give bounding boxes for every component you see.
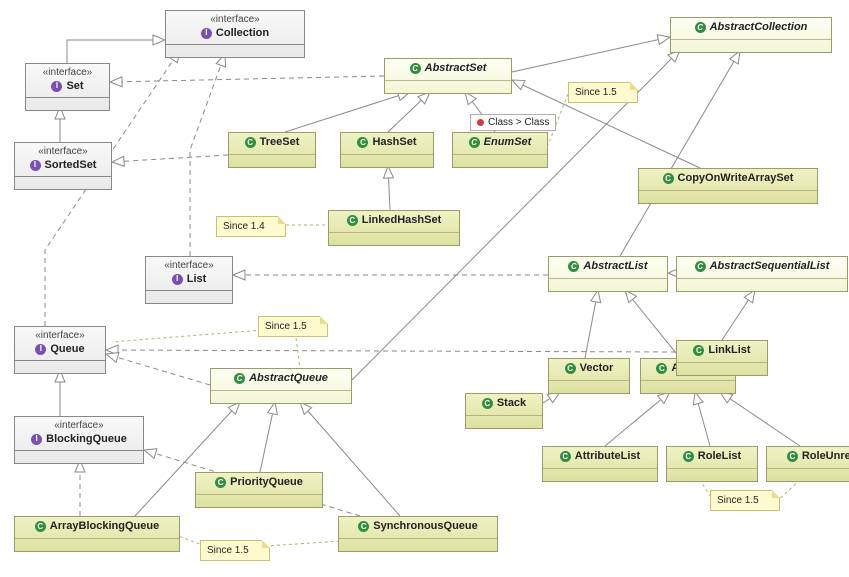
node-arrayblockingqueue[interactable]: CArrayBlockingQueue	[14, 516, 180, 552]
node-hashset[interactable]: CHashSet	[340, 132, 434, 168]
class-icon: C	[656, 363, 667, 374]
node-abstractset[interactable]: CAbstractSet	[384, 58, 512, 94]
uml-canvas: «interface» I Collection «interface» ISet…	[0, 0, 849, 577]
node-queue[interactable]: «interface» IQueue	[14, 326, 106, 374]
class-icon: C	[215, 477, 226, 488]
interface-icon: I	[172, 274, 183, 285]
class-icon: C	[560, 451, 571, 462]
note-since15-queue[interactable]: Since 1.5	[258, 316, 328, 337]
node-rolelist[interactable]: CRoleList	[666, 446, 758, 482]
interface-icon: I	[51, 81, 62, 92]
node-abstractqueue[interactable]: CAbstractQueue	[210, 368, 352, 404]
node-abstractlist[interactable]: CAbstractList	[548, 256, 668, 292]
node-enumset[interactable]: CEnumSet	[452, 132, 548, 168]
note-since15-enumset[interactable]: Since 1.5	[568, 82, 638, 103]
class-icon: C	[245, 137, 256, 148]
class-icon: C	[358, 521, 369, 532]
node-title: Collection	[216, 27, 269, 41]
interface-icon: I	[31, 434, 42, 445]
class-icon: C	[234, 373, 245, 384]
constraint-error-icon	[477, 119, 484, 126]
interface-icon: I	[30, 160, 41, 171]
class-icon: C	[35, 521, 46, 532]
note-since15-blockingqueues[interactable]: Since 1.5	[200, 540, 270, 561]
node-list[interactable]: «interface» IList	[145, 256, 233, 304]
node-collection[interactable]: «interface» I Collection	[165, 10, 305, 58]
class-icon: C	[410, 63, 421, 74]
node-abstractcollection[interactable]: CAbstractCollection	[670, 17, 832, 53]
node-stack[interactable]: CStack	[465, 393, 543, 429]
node-attributelist[interactable]: CAttributeList	[542, 446, 658, 482]
node-set[interactable]: «interface» ISet	[25, 63, 110, 111]
node-sortedset[interactable]: «interface» ISortedSet	[14, 142, 112, 190]
class-icon: C	[565, 363, 576, 374]
node-vector[interactable]: CVector	[548, 358, 630, 394]
class-icon: C	[568, 261, 579, 272]
class-icon: C	[787, 451, 798, 462]
constraint-text: Class > Class	[488, 117, 549, 128]
class-icon: C	[357, 137, 368, 148]
note-since15-rolelists[interactable]: Since 1.5	[710, 490, 780, 511]
node-synchronousqueue[interactable]: CSynchronousQueue	[338, 516, 498, 552]
class-icon: C	[347, 215, 358, 226]
class-icon: C	[683, 451, 694, 462]
interface-icon: I	[35, 344, 46, 355]
constraint-popup[interactable]: Class > Class	[470, 114, 556, 131]
node-abstractseqlist[interactable]: CAbstractSequentialList	[676, 256, 848, 292]
class-icon: C	[695, 22, 706, 33]
class-icon: C	[695, 261, 706, 272]
note-since14[interactable]: Since 1.4	[216, 216, 286, 237]
class-icon: C	[469, 137, 480, 148]
node-linklist[interactable]: CLinkList	[676, 340, 768, 376]
node-linkedhashset[interactable]: CLinkedHashSet	[328, 210, 460, 246]
class-icon: C	[663, 173, 674, 184]
node-roleunresolvedlist[interactable]: CRoleUnresolvedList	[766, 446, 849, 482]
class-icon: C	[482, 398, 493, 409]
node-blockingqueue[interactable]: «interface» IBlockingQueue	[14, 416, 144, 464]
node-treeset[interactable]: CTreeSet	[228, 132, 316, 168]
node-copyonwritearrayset[interactable]: CCopyOnWriteArraySet	[638, 168, 818, 204]
interface-icon: I	[201, 28, 212, 39]
class-icon: C	[693, 345, 704, 356]
node-priorityqueue[interactable]: CPriorityQueue	[195, 472, 323, 508]
stereotype: «interface»	[210, 14, 259, 27]
